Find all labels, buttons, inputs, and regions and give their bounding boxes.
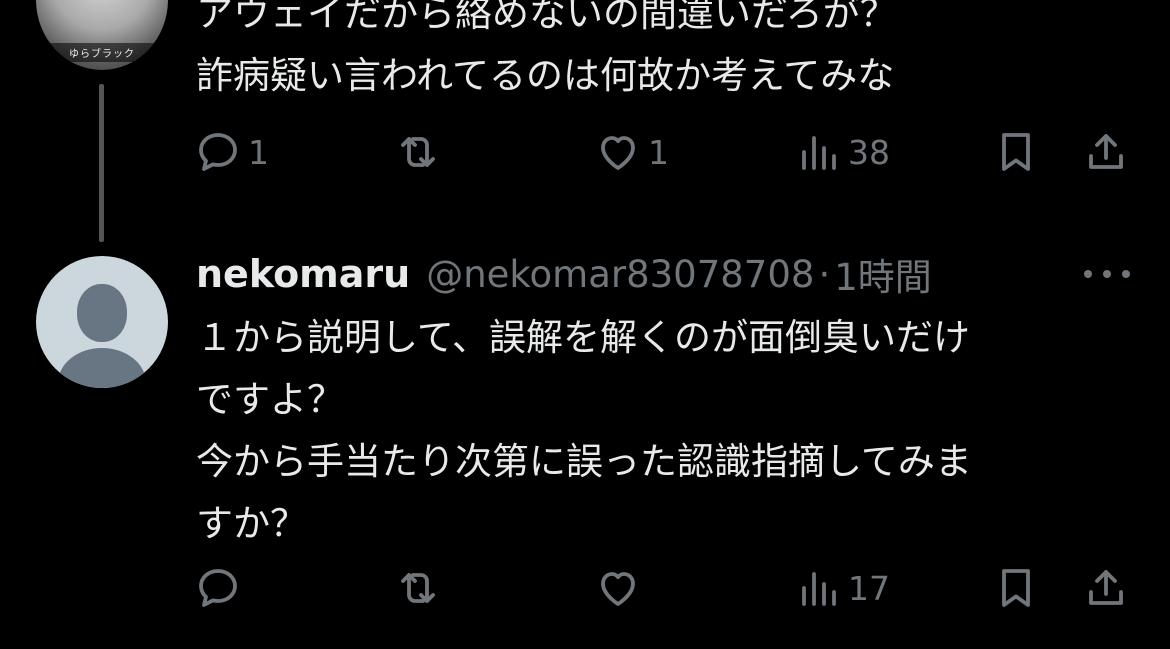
- tweet-text: １から説明して、誤解を解くのが面倒臭いだけ ですよ？ 今から手当たり次第に誤った…: [196, 307, 972, 555]
- views-button[interactable]: 38: [794, 124, 890, 180]
- speech-bubble-icon: [194, 128, 242, 176]
- views-count: 17: [848, 568, 890, 608]
- tweet-text-line: ですよ？: [196, 378, 344, 421]
- tweet-header: nekomaru @nekomar83078708 · 1時間: [196, 248, 932, 300]
- share-upload-icon: [1082, 564, 1130, 612]
- reply-button[interactable]: 1: [194, 124, 269, 180]
- bookmark-icon: [992, 564, 1040, 612]
- share-button[interactable]: [1082, 560, 1130, 616]
- share-upload-icon: [1082, 128, 1130, 176]
- tweet-text-line: 今から手当たり次第に誤った認識指摘してみま: [196, 440, 972, 483]
- bookmark-icon: [992, 128, 1040, 176]
- tweet-text-line: すか？: [196, 502, 307, 545]
- like-button[interactable]: 1: [594, 124, 669, 180]
- bar-chart-icon: [794, 128, 842, 176]
- reply-count: 1: [248, 132, 269, 172]
- separator: ·: [818, 252, 831, 296]
- bookmark-button[interactable]: [992, 124, 1040, 180]
- repost-button[interactable]: [394, 124, 448, 180]
- timestamp[interactable]: 1時間: [834, 247, 932, 301]
- avatar[interactable]: ゆらブラック: [36, 0, 168, 70]
- views-count: 38: [848, 132, 890, 172]
- more-options-button[interactable]: [1082, 256, 1132, 292]
- avatar-caption: ゆらブラック: [36, 43, 168, 62]
- more-dots-icon: [1084, 270, 1130, 278]
- display-name[interactable]: nekomaru: [196, 252, 410, 296]
- share-button[interactable]: [1082, 124, 1130, 180]
- reply-button[interactable]: [194, 560, 248, 616]
- bar-chart-icon: [794, 564, 842, 612]
- default-avatar-body: [58, 348, 146, 388]
- bookmark-button[interactable]: [992, 560, 1040, 616]
- repost-arrows-icon: [394, 564, 442, 612]
- tweet-text: アウェイだから絡めないの間違いだろが？ 詐病疑い言われてるのは何故か考えてみな: [196, 0, 897, 107]
- views-button[interactable]: 17: [794, 560, 890, 616]
- tweet-actions: 17: [0, 560, 1170, 616]
- repost-button[interactable]: [394, 560, 448, 616]
- avatar[interactable]: [36, 256, 168, 388]
- default-avatar-head: [77, 284, 127, 342]
- like-button[interactable]: [594, 560, 648, 616]
- tweet-text-line: 詐病疑い言われてるのは何故か考えてみな: [196, 54, 895, 97]
- tweet-text-line: １から説明して、誤解を解くのが面倒臭いだけ: [196, 316, 971, 359]
- heart-icon: [594, 564, 642, 612]
- tweet-actions: 1 1 38: [0, 124, 1170, 180]
- timeline: ゆらブラック アウェイだから絡めないの間違いだろが？ 詐病疑い言われてるのは何故…: [0, 0, 1170, 649]
- user-handle[interactable]: @nekomar83078708: [426, 253, 814, 296]
- speech-bubble-icon: [194, 564, 242, 612]
- repost-arrows-icon: [394, 128, 442, 176]
- tweet-text-line: アウェイだから絡めないの間違いだろが？: [196, 0, 897, 35]
- heart-icon: [594, 128, 642, 176]
- like-count: 1: [648, 132, 669, 172]
